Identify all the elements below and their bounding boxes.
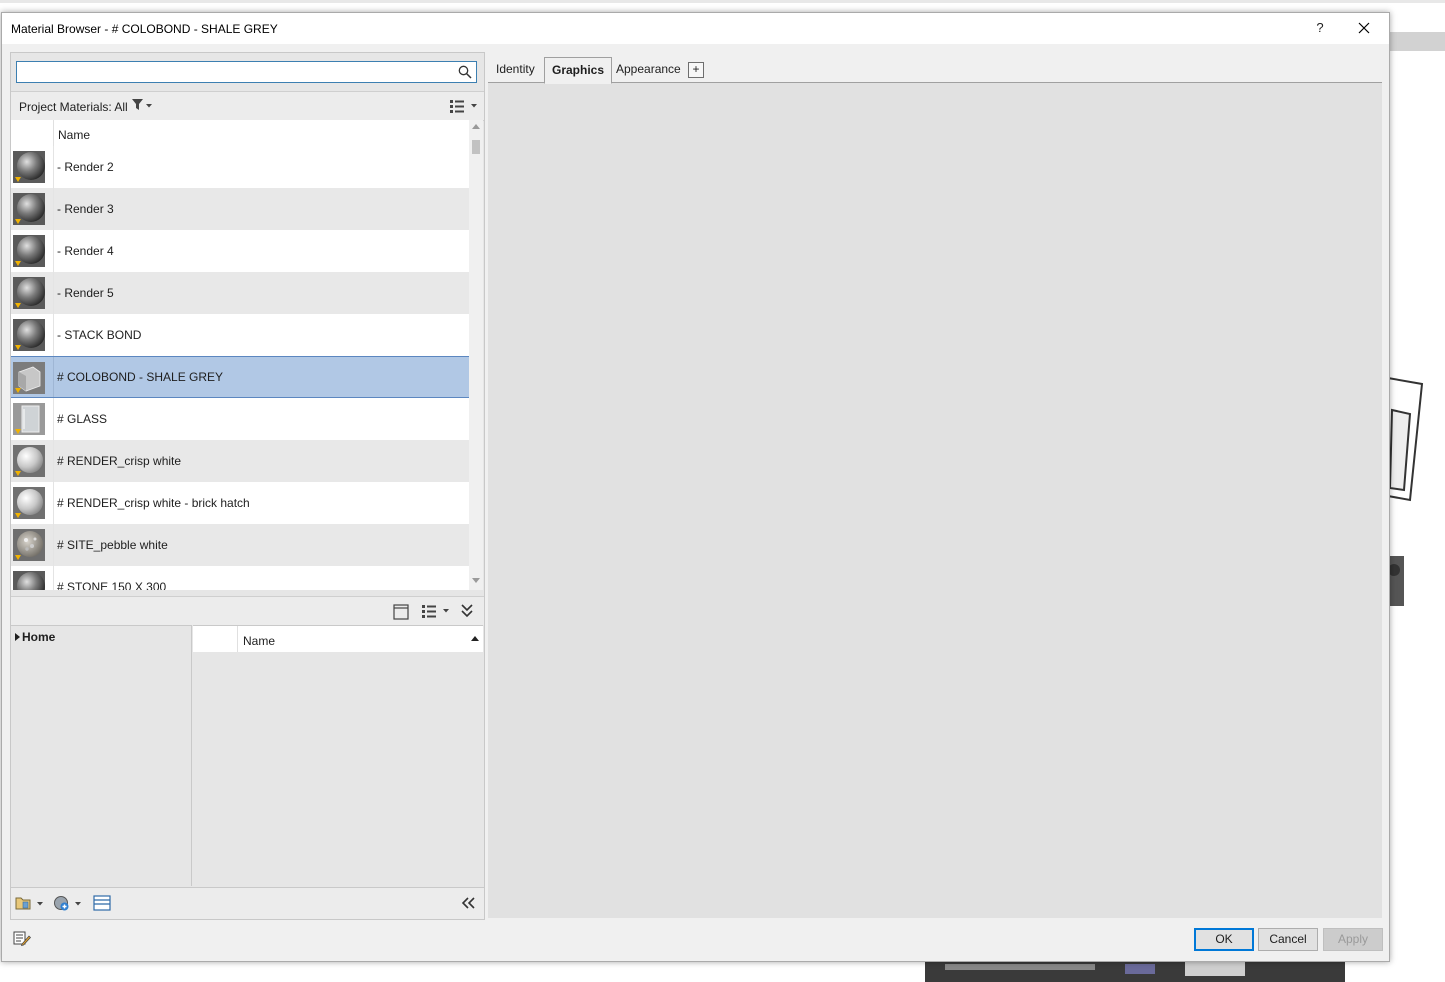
thumbnail-separator (53, 398, 54, 440)
sphere-render-icon (13, 319, 45, 351)
library-thumbnail-column-header (193, 626, 238, 652)
material-row[interactable]: # SITE_pebble white (11, 524, 469, 566)
chevron-down-icon[interactable] (146, 104, 152, 108)
material-row[interactable]: - Render 4 (11, 230, 469, 272)
material-name: # COLOBOND - SHALE GREY (57, 370, 224, 384)
list-header: Name (11, 120, 469, 146)
cancel-button[interactable]: Cancel (1258, 928, 1318, 951)
background-app-panel (1388, 32, 1445, 51)
scroll-down-icon[interactable] (472, 578, 480, 583)
material-row[interactable]: - Render 5 (11, 272, 469, 314)
material-row[interactable]: # GLASS (11, 398, 469, 440)
cube-metal-icon (13, 362, 45, 394)
library-toolbar (11, 596, 484, 625)
material-name: - Render 5 (57, 286, 114, 300)
background-app-toolbar (0, 0, 1445, 3)
thumbnail-separator (53, 440, 54, 482)
tree-item-home[interactable]: Home (15, 630, 55, 644)
thumbnail-separator (53, 357, 54, 397)
scroll-up-icon[interactable] (472, 124, 480, 129)
add-asset-tab-button[interactable]: + (688, 62, 704, 78)
search-icon[interactable] (458, 65, 472, 79)
sphere-pebble-icon (13, 529, 45, 561)
tab-identity[interactable]: Identity (489, 57, 542, 81)
name-column-header[interactable]: Name (58, 128, 90, 142)
material-row[interactable]: - Render 3 (11, 188, 469, 230)
thumbnail-separator (53, 146, 54, 188)
thumbnail-separator (53, 272, 54, 314)
material-editor-toggle-icon[interactable] (13, 930, 31, 946)
material-editor-pane: Identity Graphics Appearance + (488, 52, 1382, 918)
double-chevron-down-icon[interactable] (460, 603, 474, 619)
list-scrollbar[interactable] (469, 120, 483, 590)
title-bar: Material Browser - # COLOBOND - SHALE GR… (2, 13, 1389, 44)
sphere-render-icon (13, 235, 45, 267)
material-name: # STONE 150 X 300 (57, 580, 167, 590)
material-row[interactable]: - Render 2 (11, 146, 469, 188)
create-material-icon[interactable] (53, 895, 83, 911)
sphere-white-icon (13, 487, 45, 519)
tab-appearance[interactable]: Appearance (609, 57, 688, 81)
material-browser-dialog: Material Browser - # COLOBOND - SHALE GR… (1, 12, 1390, 962)
material-name: - Render 4 (57, 244, 114, 258)
search-box[interactable] (16, 61, 477, 83)
tab-graphics[interactable]: Graphics (544, 57, 613, 84)
material-name: # GLASS (57, 412, 108, 426)
material-name: - Render 2 (57, 160, 114, 174)
double-chevron-left-icon[interactable] (460, 896, 476, 910)
material-name: - STACK BOND (57, 328, 142, 342)
sphere-render-icon (13, 571, 45, 590)
search-input[interactable] (20, 63, 450, 79)
filter-icon[interactable] (132, 99, 144, 111)
material-name: - Render 3 (57, 202, 114, 216)
thumbnail-separator (53, 482, 54, 524)
library-view-options-icon[interactable] (421, 604, 449, 618)
library-panel-toggle-icon[interactable] (393, 604, 409, 620)
material-row[interactable]: # COLOBOND - SHALE GREY (11, 356, 469, 398)
material-row[interactable]: - STACK BOND (11, 314, 469, 356)
close-icon (1358, 22, 1370, 34)
scroll-thumb[interactable] (472, 140, 480, 154)
project-materials-list: Name - Render 2- Render 3- Render 4- Ren… (11, 120, 469, 590)
ok-button[interactable]: OK (1194, 928, 1254, 951)
sphere-render-icon (13, 193, 45, 225)
material-row[interactable]: # RENDER_crisp white - brick hatch (11, 482, 469, 524)
thumbnail-column-header (11, 120, 54, 146)
glass-icon (13, 403, 45, 435)
help-button[interactable]: ? (1305, 15, 1335, 41)
material-row[interactable]: # RENDER_crisp white (11, 440, 469, 482)
library-bottom-toolbar (11, 887, 484, 919)
thumbnail-separator (53, 188, 54, 230)
apply-button[interactable]: Apply (1323, 928, 1383, 951)
sphere-render-icon (13, 151, 45, 183)
sphere-white-icon (13, 445, 45, 477)
material-name: # RENDER_crisp white - brick hatch (57, 496, 250, 510)
open-library-icon[interactable] (15, 895, 45, 911)
thumbnail-separator (53, 566, 54, 590)
expand-caret-icon[interactable] (15, 633, 20, 641)
thumbnail-separator (53, 524, 54, 566)
list-view-options-icon[interactable] (449, 99, 477, 113)
material-row[interactable]: # STONE 150 X 300 (11, 566, 469, 590)
dialog-title: Material Browser - # COLOBOND - SHALE GR… (11, 22, 278, 36)
filter-label[interactable]: Project Materials: All (19, 100, 128, 114)
project-materials-filter-bar: Project Materials: All (11, 91, 484, 121)
material-name: # SITE_pebble white (57, 538, 168, 552)
editor-tabs: Identity Graphics Appearance + (488, 52, 1382, 84)
library-materials-list: Name (193, 625, 483, 886)
thumbnail-separator (53, 230, 54, 272)
library-tree: Home (11, 625, 192, 886)
thumbnail-separator (53, 314, 54, 356)
close-button[interactable] (1349, 15, 1379, 41)
browser-left-pane: Project Materials: All Name - Render 2- … (10, 52, 485, 920)
asset-browser-icon[interactable] (93, 895, 111, 911)
library-list-header: Name (193, 626, 483, 652)
sort-ascending-icon[interactable] (471, 636, 479, 641)
library-name-column-header[interactable]: Name (243, 634, 275, 648)
material-rows: - Render 2 - Render 3 - Render 4 - Render 5… (11, 146, 469, 590)
tree-item-home-label: Home (22, 630, 56, 644)
sphere-render-icon (13, 277, 45, 309)
material-name: # RENDER_crisp white (57, 454, 182, 468)
